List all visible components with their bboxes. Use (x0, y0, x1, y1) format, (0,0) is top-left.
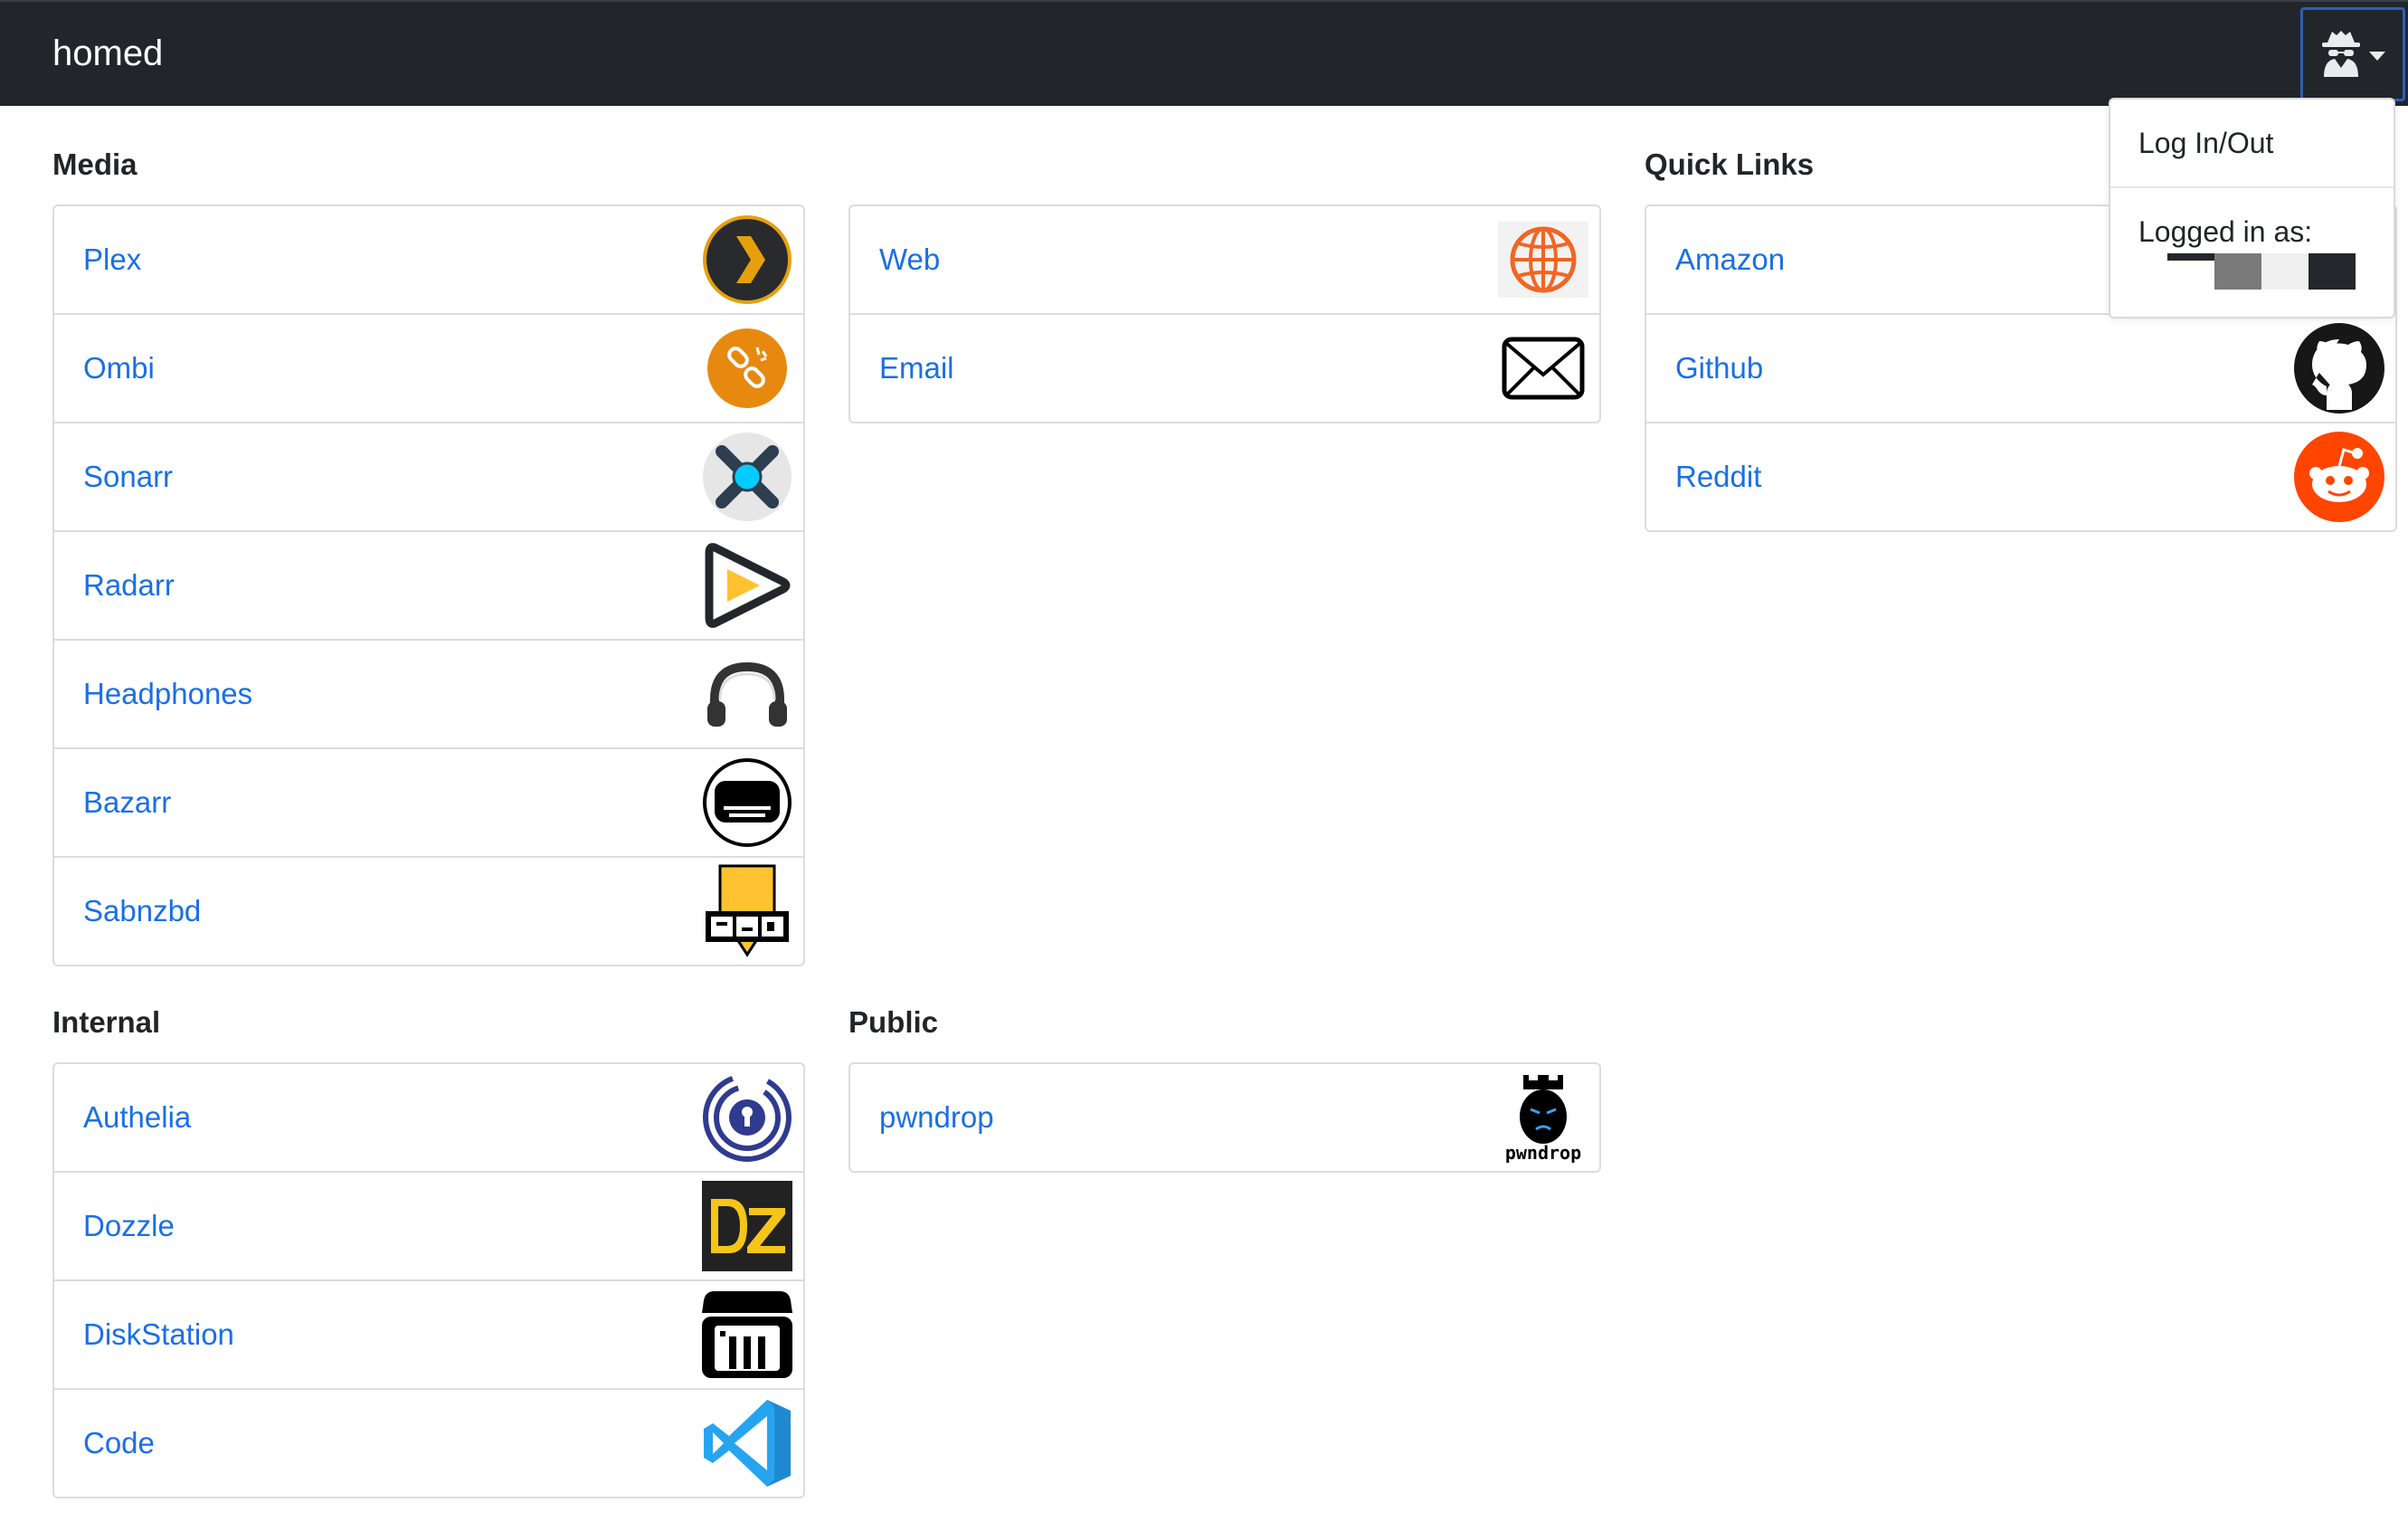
item-label[interactable]: Code (83, 1425, 155, 1461)
item-label[interactable]: Bazarr (83, 785, 171, 821)
section-title-internal: Internal (52, 1005, 161, 1039)
section-title-media: Media (52, 147, 137, 181)
list-item-radarr[interactable]: Radarr (54, 530, 803, 639)
user-dropdown-menu: Log In/Out Logged in as: (2109, 98, 2395, 319)
list-item-authelia[interactable]: Authelia (54, 1064, 803, 1171)
section-title-quick-links: Quick Links (1645, 147, 1815, 181)
dropdown-divider (2110, 186, 2394, 188)
log-in-out-menu-item[interactable]: Log In/Out (2138, 125, 2273, 161)
github-icon (2292, 321, 2386, 415)
general-list: Web Email (848, 204, 1601, 423)
authelia-icon (700, 1070, 794, 1165)
brand-title[interactable]: homed (52, 31, 163, 76)
list-item-pwndrop[interactable]: pwndrop pwndrop (850, 1064, 1599, 1171)
item-label[interactable]: Email (879, 350, 954, 386)
diskstation-icon (700, 1288, 794, 1382)
ombi-icon (700, 321, 794, 415)
item-label[interactable]: Authelia (83, 1099, 191, 1136)
list-item-dozzle[interactable]: Dozzle (54, 1171, 803, 1279)
item-label[interactable]: Sabnzbd (83, 893, 201, 929)
item-label[interactable]: pwndrop (879, 1099, 994, 1136)
list-item-web[interactable]: Web (850, 206, 1599, 313)
vscode-icon (700, 1396, 794, 1490)
list-item-diskstation[interactable]: DiskStation (54, 1279, 803, 1388)
navbar: homed (0, 0, 2408, 106)
logged-in-as-label: Logged in as: (2138, 215, 2313, 248)
list-item-bazarr[interactable]: Bazarr (54, 747, 803, 856)
bazarr-icon (700, 756, 794, 850)
list-item-headphones[interactable]: Headphones (54, 639, 803, 747)
redacted-username (2261, 253, 2308, 290)
list-item-reddit[interactable]: Reddit (1646, 422, 2395, 530)
item-label[interactable]: Dozzle (83, 1208, 175, 1244)
incognito-user-icon (2320, 28, 2362, 81)
envelope-icon (1496, 321, 1590, 415)
item-label[interactable]: Web (879, 242, 940, 278)
item-label[interactable]: Plex (83, 242, 141, 278)
headphones-icon (700, 647, 794, 741)
list-item-code[interactable]: Code (54, 1388, 803, 1497)
list-item-github[interactable]: Github (1646, 313, 2395, 422)
pwndrop-icon: pwndrop (1496, 1070, 1590, 1165)
list-item-email[interactable]: Email (850, 313, 1599, 422)
plex-icon (700, 213, 794, 307)
item-label[interactable]: Radarr (83, 567, 175, 604)
public-list: pwndrop pwndrop (848, 1062, 1601, 1173)
item-label[interactable]: Amazon (1675, 242, 1785, 278)
item-label[interactable]: Sonarr (83, 459, 173, 495)
redacted-username (2308, 253, 2356, 290)
chevron-down-icon (2369, 52, 2385, 61)
item-label[interactable]: Ombi (83, 350, 155, 386)
item-label[interactable]: Headphones (83, 676, 252, 712)
list-item-sonarr[interactable]: Sonarr (54, 422, 803, 530)
list-item-plex[interactable]: Plex (54, 206, 803, 313)
globe-icon (1496, 213, 1590, 307)
sabnzbd-icon (700, 864, 794, 958)
internal-list: Authelia Dozzle DiskStation Code (52, 1062, 805, 1498)
list-item-ombi[interactable]: Ombi (54, 313, 803, 422)
pwndrop-logo-text: pwndrop (1504, 1142, 1582, 1164)
radarr-icon (700, 538, 794, 632)
dozzle-icon (700, 1179, 794, 1273)
user-menu-button[interactable] (2300, 7, 2405, 101)
list-item-sabnzbd[interactable]: Sabnzbd (54, 856, 803, 965)
media-list: Plex Ombi Sonarr Radarr Headphones Bazar… (52, 204, 805, 966)
item-label[interactable]: Reddit (1675, 459, 1761, 495)
section-title-public: Public (848, 1005, 939, 1039)
item-label[interactable]: DiskStation (83, 1317, 234, 1353)
redacted-username (2167, 253, 2214, 261)
reddit-icon (2292, 430, 2386, 524)
redacted-username (2214, 253, 2261, 290)
item-label[interactable]: Github (1675, 350, 1763, 386)
sonarr-icon (700, 430, 794, 524)
